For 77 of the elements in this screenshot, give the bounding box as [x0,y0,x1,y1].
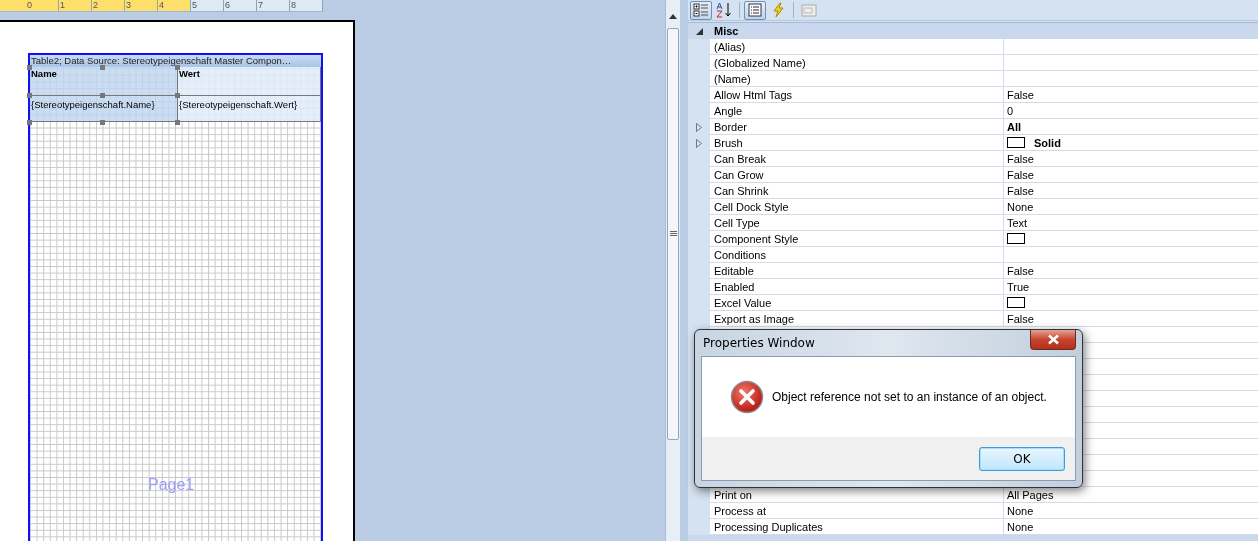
ruler-mark: 7 [257,0,290,11]
property-row[interactable]: Border All [688,119,1258,135]
ok-button[interactable]: OK [979,446,1065,471]
property-name[interactable]: (Alias) [710,39,1004,55]
property-name[interactable]: Editable [710,263,1004,279]
error-message: Object reference not set to an instance of an object. [772,390,1047,404]
property-name[interactable]: Border [710,119,1004,135]
property-name[interactable]: Can Break [710,151,1004,167]
property-name[interactable]: Angle [710,103,1004,119]
property-name[interactable]: Component Style [710,231,1004,247]
property-value[interactable]: False [1004,183,1258,199]
property-name[interactable]: Cell Type [710,215,1004,231]
table-cell[interactable]: {Stereotypeigenschaft.Name} [30,96,178,122]
ruler-mark: 2 [92,0,125,11]
property-value[interactable]: True [1004,279,1258,295]
property-row[interactable]: Process at None [688,503,1258,519]
property-value[interactable]: False [1004,87,1258,103]
property-name[interactable]: Enabled [710,279,1004,295]
ruler-mark: 5 [191,0,224,11]
ruler-mark: 8 [290,0,323,11]
ruler-mark: 0 [26,0,59,11]
property-name[interactable]: Cell Dock Style [710,199,1004,215]
table-header-cell[interactable]: Wert [178,67,321,96]
ruler-mark: 3 [125,0,158,11]
property-name[interactable]: Export as Image [710,311,1004,327]
value-text: Solid [1034,135,1061,151]
property-value[interactable]: False [1004,311,1258,327]
property-value[interactable]: False [1004,151,1258,167]
property-row[interactable]: Cell Dock Style None [688,199,1258,215]
property-row[interactable]: (Name) [688,71,1258,87]
property-name[interactable]: Conditions [710,247,1004,263]
table-cell[interactable]: {Stereotypeigenschaft.Wert} [178,96,321,122]
property-name[interactable]: Process at [710,503,1004,519]
ruler-mark: 1 [59,0,92,11]
property-row[interactable]: Brush Solid [688,135,1258,151]
property-row[interactable]: Angle 0 [688,103,1258,119]
property-name[interactable]: (Name) [710,71,1004,87]
table-header-cell[interactable]: Name [30,67,178,96]
property-value[interactable]: All [1004,119,1258,135]
property-name[interactable]: Excel Value [710,295,1004,311]
category-label: Misc [713,24,739,39]
property-row[interactable]: Print on All Pages [688,487,1258,503]
property-value[interactable]: 0 [1004,103,1258,119]
property-row[interactable]: Excel Value [688,295,1258,311]
property-value[interactable]: None [1004,199,1258,215]
property-row[interactable]: Allow Html Tags False [688,87,1258,103]
ruler-mark: 4 [158,0,191,11]
property-name[interactable]: Processing Duplicates [710,519,1004,535]
property-value[interactable]: False [1004,167,1258,183]
property-value[interactable]: None [1004,519,1258,535]
property-name[interactable]: Allow Html Tags [710,87,1004,103]
property-value[interactable]: All Pages [1004,487,1258,503]
property-row[interactable]: Processing Duplicates None [688,519,1258,535]
property-row[interactable]: Cell Type Text [688,215,1258,231]
property-row[interactable]: Export as Image False [688,311,1258,327]
ruler-mark: 6 [224,0,257,11]
property-row[interactable]: Editable False [688,263,1258,279]
property-row[interactable]: Can Break False [688,151,1258,167]
property-name[interactable]: (Globalized Name) [710,55,1004,71]
property-value[interactable]: Text [1004,215,1258,231]
property-row[interactable]: (Globalized Name) [688,55,1258,71]
dialog-title: Properties Window [702,336,815,350]
category-row[interactable]: Misc [688,23,1258,39]
property-row[interactable]: Can Shrink False [688,183,1258,199]
table-caption: Table2; Data Source: Stereotypeigenschaft Master Compon… [30,55,321,67]
property-value[interactable]: Solid [1004,135,1258,151]
property-row[interactable]: (Alias) [688,39,1258,55]
property-name[interactable]: Can Grow [710,167,1004,183]
property-name[interactable]: Can Shrink [710,183,1004,199]
property-name[interactable]: Brush [710,135,1004,151]
page-label: Page1 [148,476,195,494]
property-value[interactable]: None [1004,503,1258,519]
property-row[interactable]: Can Grow False [688,167,1258,183]
property-row[interactable]: Enabled True [688,279,1258,295]
property-row[interactable]: Conditions [688,247,1258,263]
property-row[interactable]: Component Style [688,231,1258,247]
property-value[interactable]: False [1004,263,1258,279]
